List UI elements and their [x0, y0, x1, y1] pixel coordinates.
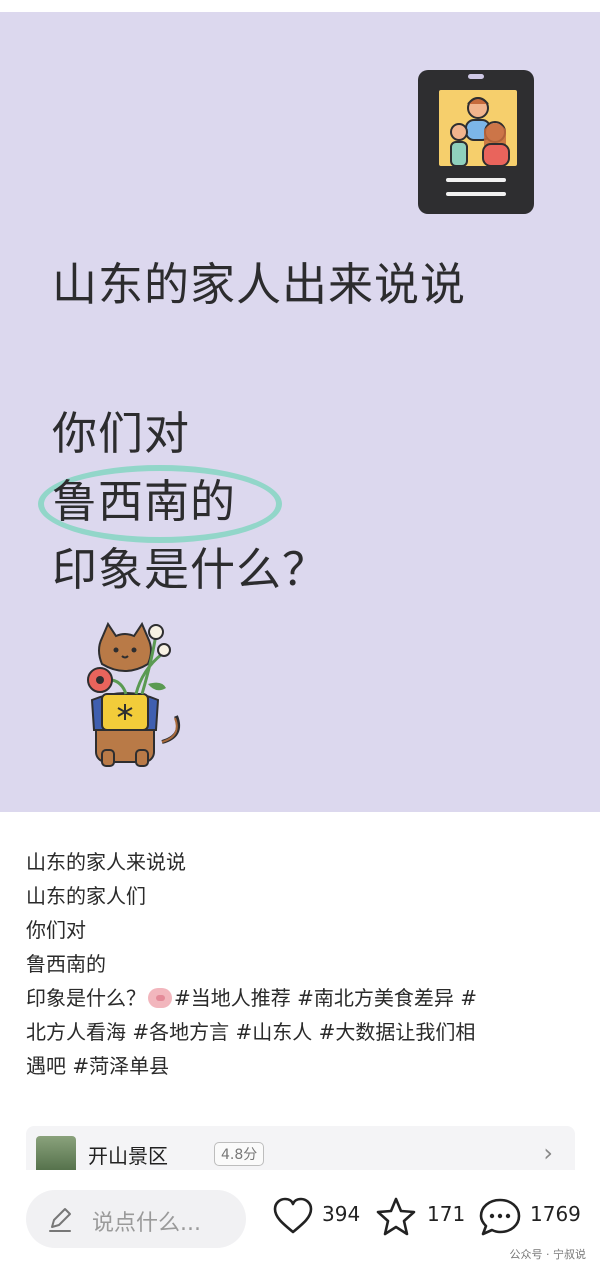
like-count: 394	[322, 1202, 361, 1226]
comment-input[interactable]: 说点什么...	[26, 1190, 246, 1248]
chevron-right-icon[interactable]: ›	[543, 1139, 553, 1167]
comment-button[interactable]: 1769	[478, 1196, 588, 1240]
hashtags-line[interactable]: #当地人推荐 #南北方美食差异 #	[174, 986, 477, 1010]
bottom-action-bar: 说点什么... 394 171 1769 公众号 · 宁叔说	[0, 1170, 600, 1265]
caption-line: 你们对	[26, 918, 86, 942]
heart-icon	[273, 1197, 313, 1234]
caption-line: 山东的家人们	[26, 884, 146, 908]
top-strip	[0, 0, 600, 12]
watermark: 公众号 · 宁叔说	[509, 1248, 587, 1261]
pen-icon	[49, 1208, 71, 1232]
hashtags-line[interactable]: 北方人看海 #各地方言 #山东人 #大数据让我们相	[26, 1015, 582, 1049]
like-button[interactable]: 394	[272, 1196, 362, 1240]
cover-question-line: 鲁西南的	[52, 475, 237, 528]
id-card-icon	[418, 70, 534, 214]
favorite-button[interactable]: 171	[375, 1196, 465, 1240]
post-caption: 山东的家人来说说 山东的家人们 你们对 鲁西南的 印象是什么？ #当地人推荐 #南…	[26, 845, 582, 1083]
caption-line: 鲁西南的	[26, 952, 106, 976]
location-name: 开山景区	[88, 1144, 168, 1168]
comment-count: 1769	[530, 1202, 581, 1226]
comment-placeholder: 说点什么...	[92, 1211, 201, 1236]
cover-question-line: 印象是什么？	[52, 543, 329, 596]
caption-line: 山东的家人来说说	[26, 850, 186, 874]
favorite-count: 171	[427, 1202, 466, 1226]
comment-bubble-icon	[479, 1198, 521, 1236]
cover-headline: 山东的家人出来说说	[52, 258, 467, 311]
pig-emoji-icon	[148, 988, 172, 1008]
hashtags-line[interactable]: 遇吧 #菏泽单县	[26, 1049, 582, 1083]
cover-question-line: 你们对	[52, 407, 191, 460]
caption-tags: 印象是什么？ #当地人推荐 #南北方美食差异 #	[26, 981, 582, 1015]
location-rating-badge: 4.8分	[214, 1142, 265, 1166]
cover-image[interactable]: 山东的家人出来说说 你们对 鲁西南的 印象是什么？	[0, 12, 600, 812]
star-icon	[376, 1197, 416, 1236]
cat-with-flowers-illustration	[87, 621, 181, 767]
caption-line: 印象是什么？	[26, 986, 146, 1010]
